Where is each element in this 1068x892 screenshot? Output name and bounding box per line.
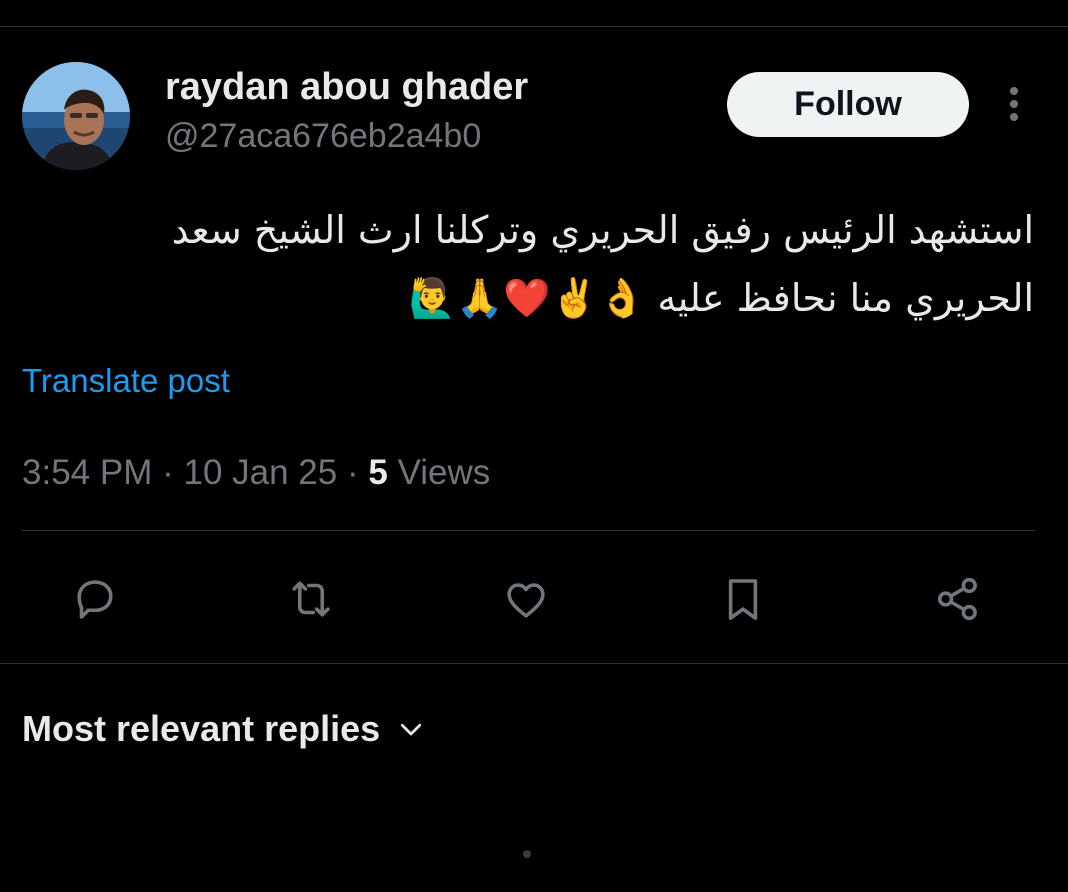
- translate-post-link[interactable]: Translate post: [22, 362, 230, 400]
- divider: [22, 530, 1035, 531]
- views-count: 5: [368, 453, 388, 492]
- author-handle[interactable]: @27aca676eb2a4b0: [165, 117, 481, 156]
- loading-indicator: [523, 850, 531, 858]
- post-text-line: الحريري منا نحافظ عليه 👌✌️❤️🙏🙋‍♂️: [408, 276, 1034, 320]
- top-divider: [0, 26, 1068, 27]
- avatar-photo: [22, 62, 130, 170]
- post-date[interactable]: 10 Jan 25: [183, 453, 337, 492]
- divider: [0, 663, 1068, 664]
- post-metadata: 3:54 PM · 10 Jan 25 · 5 Views: [22, 453, 490, 493]
- meta-separator: ·: [346, 453, 359, 492]
- like-icon[interactable]: [499, 572, 553, 626]
- replies-sort-label: Most relevant replies: [22, 708, 381, 749]
- author-display-name[interactable]: raydan abou ghader: [165, 66, 528, 109]
- post-time[interactable]: 3:54 PM: [22, 453, 152, 492]
- avatar[interactable]: [22, 62, 130, 170]
- post-text: استشهد الرئيس رفيق الحريري وتركلنا ارث ا…: [34, 196, 1034, 332]
- reply-icon[interactable]: [68, 572, 122, 626]
- chevron-down-icon: [401, 723, 422, 736]
- views-label: Views: [397, 453, 491, 492]
- bookmark-icon[interactable]: [716, 572, 770, 626]
- repost-icon[interactable]: [284, 572, 338, 626]
- more-options-icon[interactable]: [1000, 84, 1028, 124]
- replies-sort-dropdown[interactable]: Most relevant replies: [22, 708, 426, 750]
- post-text-line: استشهد الرئيس رفيق الحريري وتركلنا ارث ا…: [171, 208, 1034, 252]
- share-icon[interactable]: [931, 572, 985, 626]
- meta-separator: ·: [162, 453, 174, 492]
- follow-button[interactable]: Follow: [727, 72, 969, 137]
